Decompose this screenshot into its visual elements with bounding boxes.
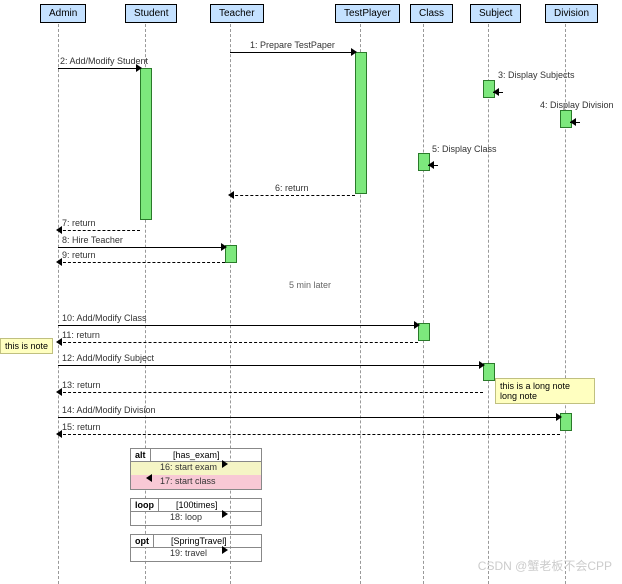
arrowhead-6	[228, 191, 234, 199]
note-left: this is note	[0, 338, 53, 354]
actor-student: Student	[125, 4, 177, 23]
arrowhead-16	[222, 460, 228, 468]
arrowhead-7	[56, 226, 62, 234]
msg-18: 18: loop	[170, 512, 202, 522]
arrow-14	[58, 417, 560, 418]
arrow-12	[58, 365, 483, 366]
msg-14: 14: Add/Modify Division	[62, 405, 156, 415]
return-6	[230, 195, 355, 196]
msg-13: 13: return	[62, 380, 101, 390]
msg-3: 3: Display Subjects	[498, 70, 575, 80]
actor-subject: Subject	[470, 4, 521, 23]
msg-17: 17: start class	[160, 476, 216, 486]
actor-admin: Admin	[40, 4, 86, 23]
lifeline-subject	[488, 24, 489, 584]
actor-division: Division	[545, 4, 598, 23]
arrowhead-12	[479, 361, 485, 369]
arrowhead-17	[146, 474, 152, 482]
lifeline-class	[423, 24, 424, 584]
return-13	[58, 392, 483, 393]
arrowhead-10	[414, 321, 420, 329]
return-15	[58, 434, 560, 435]
return-11	[58, 342, 418, 343]
arrow-10	[58, 325, 418, 326]
msg-12: 12: Add/Modify Subject	[62, 353, 154, 363]
arrowhead-13	[56, 388, 62, 396]
msg-5: 5: Display Class	[432, 144, 497, 154]
return-9	[58, 262, 225, 263]
msg-15: 15: return	[62, 422, 101, 432]
arrowhead-18	[222, 510, 228, 518]
msg-4: 4: Display Division	[540, 100, 614, 110]
fragment-loop-guard: [100times]	[176, 500, 218, 510]
lifeline-admin	[58, 24, 59, 584]
msg-1: 1: Prepare TestPaper	[250, 40, 335, 50]
arrowhead-8	[221, 243, 227, 251]
arrow-8	[58, 247, 225, 248]
arrowhead-1	[351, 48, 357, 56]
actor-teacher: Teacher	[210, 4, 264, 23]
msg-16: 16: start exam	[160, 462, 217, 472]
watermark: CSDN @蟹老板不会CPP	[478, 557, 612, 574]
arrowhead-5	[428, 161, 434, 169]
arrowhead-2	[136, 64, 142, 72]
msg-10: 10: Add/Modify Class	[62, 313, 147, 323]
gap-label: 5 min later	[260, 280, 360, 290]
activation-testplayer	[355, 52, 367, 194]
msg-19: 19: travel	[170, 548, 207, 558]
arrowhead-19	[222, 546, 228, 554]
arrow-2	[58, 68, 140, 69]
msg-11: 11: return	[62, 330, 100, 340]
arrowhead-3	[493, 88, 499, 96]
arrowhead-11	[56, 338, 62, 346]
arrowhead-9	[56, 258, 62, 266]
msg-9: 9: return	[62, 250, 96, 260]
fragment-alt-guard: [has_exam]	[173, 450, 220, 460]
arrowhead-4	[570, 118, 576, 126]
actor-class: Class	[410, 4, 453, 23]
activation-student	[140, 68, 152, 220]
note-right: this is a long note long note	[495, 378, 595, 404]
msg-2: 2: Add/Modify Student	[60, 56, 148, 66]
return-7	[58, 230, 140, 231]
fragment-opt-guard: [SpringTravel]	[171, 536, 227, 546]
msg-6: 6: return	[275, 183, 309, 193]
arrowhead-15	[56, 430, 62, 438]
arrow-1	[230, 52, 355, 53]
msg-8: 8: Hire Teacher	[62, 235, 123, 245]
arrowhead-14	[556, 413, 562, 421]
actor-testplayer: TestPlayer	[335, 4, 400, 23]
msg-7: 7: return	[62, 218, 96, 228]
